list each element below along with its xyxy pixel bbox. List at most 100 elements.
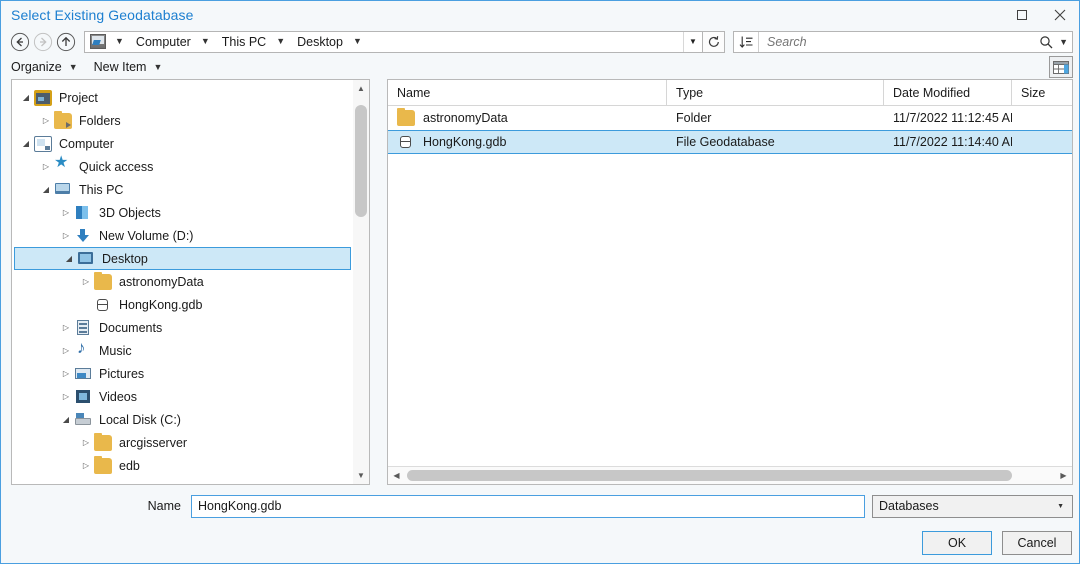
- tree-item-astronomydata[interactable]: ▷ astronomyData: [12, 270, 353, 293]
- expand-arrow-right-icon[interactable]: ▷: [78, 277, 94, 286]
- download-icon: [74, 228, 92, 244]
- scroll-right-arrow-icon[interactable]: ▶: [1055, 467, 1072, 484]
- folder-shortcut-icon: [54, 113, 72, 129]
- list-scroll-thumb[interactable]: [407, 470, 1012, 481]
- tree-item-pictures[interactable]: ▷ Pictures: [12, 362, 353, 385]
- monitor-icon: [54, 182, 72, 198]
- table-row[interactable]: HongKong.gdbFile Geodatabase11/7/2022 11…: [388, 130, 1072, 154]
- search-icon[interactable]: [1039, 35, 1053, 49]
- chevron-down-icon-desktop[interactable]: ▼: [345, 37, 369, 46]
- ok-button[interactable]: OK: [922, 531, 992, 555]
- tree-item-local-disk-c[interactable]: ◢Local Disk (C:): [12, 408, 353, 431]
- tree-item-edb[interactable]: ▷edb: [12, 454, 353, 477]
- tree-item-label: Pictures: [99, 367, 144, 381]
- dialog-footer: Name Databases ▼ OK Cancel: [1, 485, 1079, 563]
- tree-item-label: Project: [59, 91, 98, 105]
- chevron-down-icon-computer[interactable]: ▼: [193, 37, 217, 46]
- tree-item-videos[interactable]: ▷ Videos: [12, 385, 353, 408]
- tree-item-new-volume-d[interactable]: ▷New Volume (D:): [12, 224, 353, 247]
- refresh-button[interactable]: [703, 31, 725, 53]
- expand-arrow-right-icon[interactable]: ▷: [38, 116, 54, 125]
- sort-icon[interactable]: [734, 32, 759, 52]
- new-item-menu[interactable]: New Item ▼: [94, 60, 163, 74]
- cancel-button[interactable]: Cancel: [1002, 531, 1072, 555]
- address-history-dropdown[interactable]: ▼: [683, 32, 702, 52]
- forward-button[interactable]: [32, 31, 54, 53]
- tree-item-quick-access[interactable]: ▷Quick access: [12, 155, 353, 178]
- tree-scroll-thumb[interactable]: [355, 105, 367, 217]
- scroll-up-arrow-icon[interactable]: ▲: [353, 80, 369, 97]
- tree-scroll-track[interactable]: [353, 97, 369, 467]
- new-item-label: New Item: [94, 60, 147, 74]
- chevron-down-icon-root[interactable]: ▼: [107, 37, 131, 46]
- expand-arrow-right-icon[interactable]: ▷: [78, 461, 94, 470]
- tree-item-project[interactable]: ◢ Project: [12, 86, 353, 109]
- address-bar[interactable]: ▼ Computer ▼ This PC ▼ Desktop ▼ ▼: [84, 31, 703, 53]
- expand-arrow-down-icon[interactable]: ◢: [61, 254, 77, 263]
- view-mode-button[interactable]: [1049, 56, 1073, 78]
- column-header-type[interactable]: Type: [667, 80, 884, 105]
- file-type-dropdown[interactable]: Databases ▼: [872, 495, 1073, 518]
- close-icon: [1054, 9, 1066, 21]
- table-row[interactable]: astronomyDataFolder11/7/2022 11:12:45 AM: [388, 106, 1072, 130]
- column-header-name[interactable]: Name: [388, 80, 667, 105]
- column-header-date-modified[interactable]: Date Modified: [884, 80, 1012, 105]
- breadcrumb-label: Computer: [136, 35, 191, 49]
- tree-vertical-scrollbar[interactable]: ▲ ▼: [353, 79, 370, 485]
- scroll-left-arrow-icon[interactable]: ◀: [388, 467, 405, 484]
- expand-arrow-down-icon[interactable]: ◢: [18, 93, 34, 102]
- expand-arrow-right-icon[interactable]: ▷: [58, 392, 74, 401]
- tree-item-label: Videos: [99, 390, 137, 404]
- column-header-size[interactable]: Size: [1012, 80, 1072, 105]
- refresh-icon: [707, 35, 721, 49]
- sort-ascending-icon: [739, 35, 754, 49]
- forward-arrow-icon: [33, 32, 53, 52]
- up-button[interactable]: [55, 31, 77, 53]
- expand-arrow-down-icon[interactable]: ◢: [38, 185, 54, 194]
- expand-arrow-right-icon[interactable]: ▷: [58, 369, 74, 378]
- tree-item-computer[interactable]: ◢Computer: [12, 132, 353, 155]
- expand-arrow-right-icon[interactable]: ▷: [38, 162, 54, 171]
- tree-item-folders[interactable]: ▷Folders: [12, 109, 353, 132]
- breadcrumb-computer[interactable]: Computer: [131, 32, 193, 52]
- expand-arrow-right-icon[interactable]: ▷: [78, 438, 94, 447]
- back-button[interactable]: [9, 31, 31, 53]
- expand-arrow-right-icon[interactable]: ▷: [58, 346, 74, 355]
- search-box[interactable]: ▼: [733, 31, 1073, 53]
- tree-item-hongkong-gdb[interactable]: HongKong.gdb: [12, 293, 353, 316]
- list-horizontal-scrollbar[interactable]: ◀ ▶: [388, 466, 1072, 484]
- search-input[interactable]: [759, 34, 1039, 50]
- tree-item-3d-objects[interactable]: ▷3D Objects: [12, 201, 353, 224]
- maximize-button[interactable]: [1003, 1, 1041, 28]
- expand-arrow-right-icon[interactable]: ▷: [58, 208, 74, 217]
- tree-item-label: arcgisserver: [119, 436, 187, 450]
- search-options-chevron-down-icon[interactable]: ▼: [1059, 37, 1068, 47]
- tree-item-desktop[interactable]: ◢Desktop: [14, 247, 351, 270]
- chevron-down-icon-this-pc[interactable]: ▼: [268, 37, 292, 46]
- tree-item-documents[interactable]: ▷Documents: [12, 316, 353, 339]
- expand-arrow-down-icon[interactable]: ◢: [58, 415, 74, 424]
- window-controls: [1003, 1, 1079, 28]
- tree-item-label: astronomyData: [119, 275, 204, 289]
- expand-arrow-right-icon[interactable]: ▷: [58, 323, 74, 332]
- expand-arrow-right-icon[interactable]: ▷: [58, 231, 74, 240]
- page-title: Select Existing Geodatabase: [11, 7, 1003, 23]
- breadcrumb-this-pc[interactable]: This PC: [217, 32, 268, 52]
- list-scroll-track[interactable]: [405, 467, 1055, 484]
- dialog-buttons: OK Cancel: [11, 531, 1073, 555]
- tree-item-music[interactable]: ▷Music: [12, 339, 353, 362]
- close-button[interactable]: [1041, 1, 1079, 28]
- organize-menu[interactable]: Organize ▼: [11, 60, 78, 74]
- music-icon: [74, 343, 92, 359]
- cell-type: File Geodatabase: [667, 131, 884, 153]
- folder-icon: [397, 110, 415, 126]
- tree-item-arcgisserver[interactable]: ▷ arcgisserver: [12, 431, 353, 454]
- name-input[interactable]: [191, 495, 865, 518]
- scroll-down-arrow-icon[interactable]: ▼: [353, 467, 369, 484]
- folder-tree-panel: ◢ Project ▷Folders◢Computer▷Quick access◢T…: [11, 79, 353, 485]
- expand-arrow-down-icon[interactable]: ◢: [18, 139, 34, 148]
- chevron-down-icon: ▼: [153, 62, 162, 72]
- folder-icon: [94, 274, 112, 290]
- breadcrumb-desktop[interactable]: Desktop: [292, 32, 345, 52]
- tree-item-this-pc[interactable]: ◢This PC: [12, 178, 353, 201]
